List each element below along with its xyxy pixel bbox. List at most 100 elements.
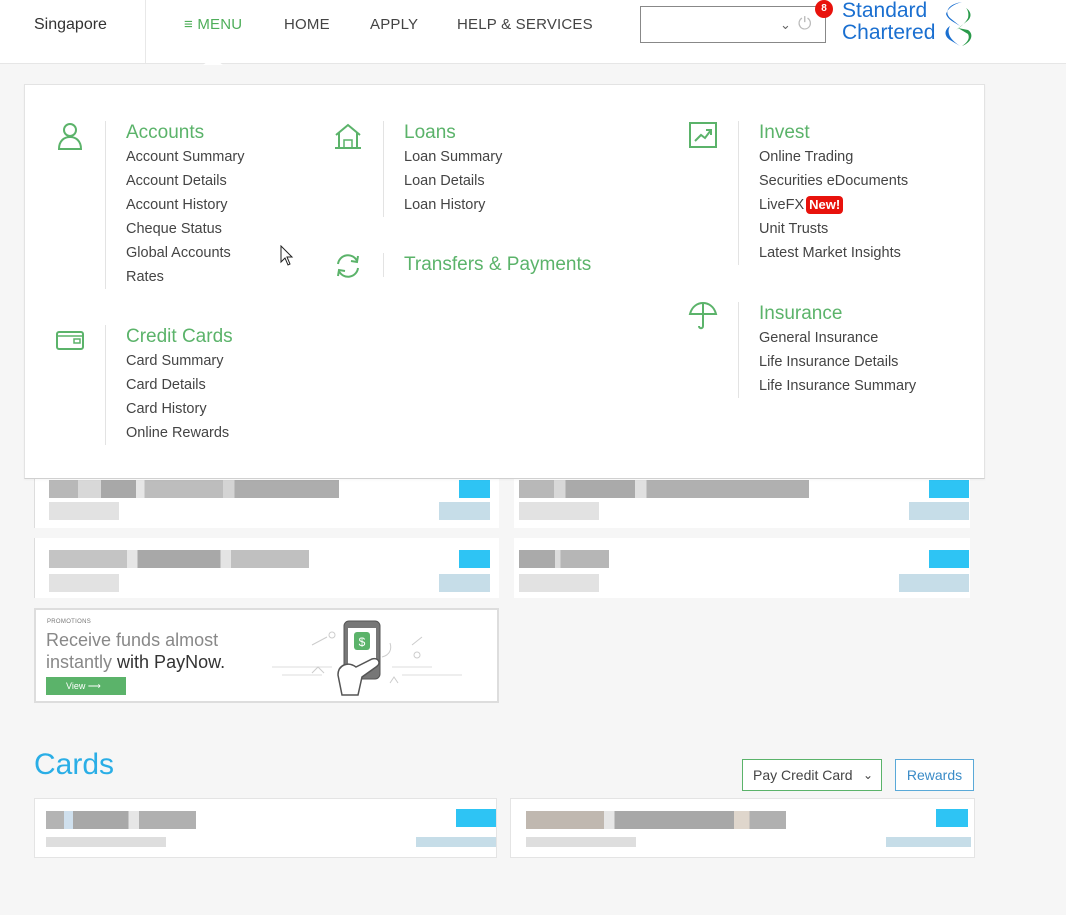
new-badge: New! xyxy=(806,196,844,214)
menu-item-securities-edocuments[interactable]: Securities eDocuments xyxy=(759,169,908,193)
menu-item-rates[interactable]: Rates xyxy=(126,265,244,289)
menu-item-loan-history[interactable]: Loan History xyxy=(404,193,502,217)
account-select[interactable]: ⌄ ⏻ xyxy=(640,6,826,43)
redacted-amount xyxy=(909,502,969,520)
redacted-text xyxy=(519,480,809,498)
wallet-card-icon xyxy=(56,331,84,350)
menu-item-livefx[interactable]: LiveFX New! xyxy=(759,193,908,217)
rewards-button[interactable]: Rewards xyxy=(895,759,974,791)
chart-trend-icon xyxy=(689,122,717,148)
menu-item-loan-details[interactable]: Loan Details xyxy=(404,169,502,193)
person-icon xyxy=(57,123,83,150)
redacted-amount xyxy=(886,837,971,847)
menu-group-credit-cards: Credit Cards Card Summary Card Details C… xyxy=(105,325,233,445)
menu-title-credit-cards[interactable]: Credit Cards xyxy=(126,325,233,349)
notification-badge[interactable]: 8 xyxy=(815,0,833,18)
menu-item-global-accounts[interactable]: Global Accounts xyxy=(126,241,244,265)
redacted-amount xyxy=(929,550,969,568)
redacted-text xyxy=(526,837,636,847)
menu-item-unit-trusts[interactable]: Unit Trusts xyxy=(759,217,908,241)
mouse-cursor-icon xyxy=(280,245,294,266)
redacted-text xyxy=(519,574,599,592)
redacted-text xyxy=(526,811,786,829)
promo-tag: PROMOTIONS xyxy=(47,619,92,625)
menu-group-accounts: Accounts Account Summary Account Details… xyxy=(105,121,244,289)
menu-group-transfers: Transfers & Payments xyxy=(383,253,591,277)
menu-item-card-summary[interactable]: Card Summary xyxy=(126,349,233,373)
redacted-text xyxy=(519,502,599,520)
menu-item-general-insurance[interactable]: General Insurance xyxy=(759,326,916,350)
menu-item-account-details[interactable]: Account Details xyxy=(126,169,244,193)
brand-line-2: Chartered xyxy=(842,21,936,44)
redacted-text xyxy=(519,550,609,568)
account-tile[interactable] xyxy=(514,538,970,598)
redacted-text xyxy=(49,502,119,520)
menu-item-online-rewards[interactable]: Online Rewards xyxy=(126,421,233,445)
menu-title-insurance[interactable]: Insurance xyxy=(759,302,916,326)
redacted-amount xyxy=(936,809,968,827)
top-header: Singapore ≡ MENU HOME APPLY HELP & SERVI… xyxy=(0,0,1066,65)
mega-menu: Accounts Account Summary Account Details… xyxy=(24,84,985,479)
chevron-down-icon: ⌄ xyxy=(780,17,791,32)
brand-line-1: Standard xyxy=(842,0,928,22)
livefx-label: LiveFX xyxy=(759,197,805,213)
redacted-text xyxy=(46,811,196,829)
refresh-arrows-icon xyxy=(337,254,359,278)
chevron-down-icon: ⌄ xyxy=(862,768,873,782)
credit-card-tile[interactable] xyxy=(510,798,975,858)
menu-caret xyxy=(203,57,223,65)
promo-line2-emphasis: with PayNow. xyxy=(117,652,226,672)
menu-item-cheque-status[interactable]: Cheque Status xyxy=(126,217,244,241)
redacted-text xyxy=(49,480,339,498)
credit-card-tile[interactable] xyxy=(34,798,497,858)
redacted-amount xyxy=(899,574,969,592)
menu-title-loans[interactable]: Loans xyxy=(404,121,502,145)
umbrella-icon xyxy=(688,301,718,330)
menu-title-transfers-payments[interactable]: Transfers & Payments xyxy=(404,253,591,277)
redacted-amount xyxy=(439,574,490,592)
menu-group-loans: Loans Loan Summary Loan Details Loan His… xyxy=(383,121,502,217)
promo-view-button[interactable]: View ⟶ xyxy=(46,677,126,695)
menu-item-account-summary[interactable]: Account Summary xyxy=(126,145,244,169)
standard-chartered-logo-icon[interactable] xyxy=(936,0,980,48)
menu-title-invest[interactable]: Invest xyxy=(759,121,908,145)
promo-headline-line-2: instantly with PayNow. xyxy=(46,652,225,673)
nav-help-services[interactable]: HELP & SERVICES xyxy=(457,16,593,33)
redacted-text xyxy=(49,550,309,568)
menu-title-accounts[interactable]: Accounts xyxy=(126,121,244,145)
menu-group-insurance: Insurance General Insurance Life Insuran… xyxy=(738,302,916,398)
svg-text:$: $ xyxy=(359,635,366,649)
menu-item-card-history[interactable]: Card History xyxy=(126,397,233,421)
phone-payment-illustration-icon: $ xyxy=(272,620,462,696)
account-tile[interactable] xyxy=(34,538,499,598)
nav-apply[interactable]: APPLY xyxy=(370,16,418,33)
pay-credit-card-label: Pay Credit Card xyxy=(753,767,853,783)
redacted-amount xyxy=(929,480,969,498)
promo-headline-line-1: Receive funds almost xyxy=(46,630,219,650)
redacted-text xyxy=(46,837,166,847)
menu-item-card-details[interactable]: Card Details xyxy=(126,373,233,397)
redacted-amount xyxy=(416,837,496,847)
nav-home[interactable]: HOME xyxy=(284,16,330,33)
redacted-amount xyxy=(459,480,490,498)
menu-item-latest-market-insights[interactable]: Latest Market Insights xyxy=(759,241,908,265)
cards-section-heading: Cards xyxy=(34,748,115,781)
nav-menu[interactable]: ≡ MENU xyxy=(184,16,242,33)
paynow-promo-banner[interactable]: PROMOTIONS Receive funds almost instantl… xyxy=(34,608,499,703)
menu-item-loan-summary[interactable]: Loan Summary xyxy=(404,145,502,169)
redacted-amount xyxy=(456,809,496,827)
promo-line2-prefix: instantly xyxy=(46,652,118,672)
menu-item-life-insurance-details[interactable]: Life Insurance Details xyxy=(759,350,916,374)
power-icon[interactable]: ⏻ xyxy=(798,14,811,34)
redacted-amount xyxy=(439,502,490,520)
menu-group-invest: Invest Online Trading Securities eDocume… xyxy=(738,121,908,265)
menu-item-account-history[interactable]: Account History xyxy=(126,193,244,217)
header-divider xyxy=(145,0,146,63)
menu-item-life-insurance-summary[interactable]: Life Insurance Summary xyxy=(759,374,916,398)
pay-credit-card-dropdown[interactable]: Pay Credit Card ⌄ xyxy=(742,759,882,791)
redacted-amount xyxy=(459,550,490,568)
country-selector[interactable]: Singapore xyxy=(34,16,107,34)
redacted-text xyxy=(49,574,119,592)
menu-item-online-trading[interactable]: Online Trading xyxy=(759,145,908,169)
brand-name: Standard Chartered xyxy=(842,0,935,44)
